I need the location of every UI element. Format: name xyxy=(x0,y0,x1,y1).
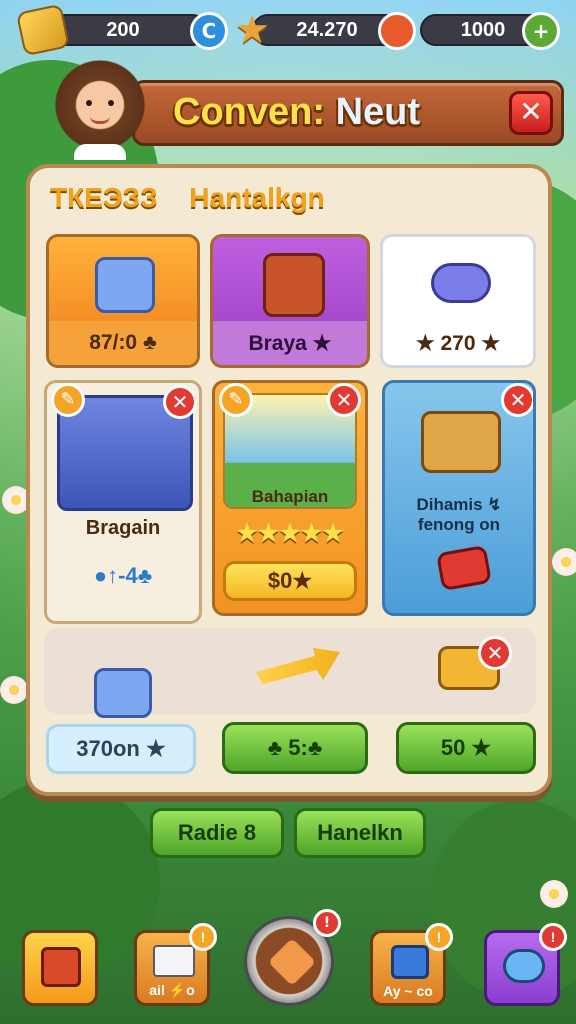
nav-quest[interactable]: Ay ~ co ! xyxy=(370,923,453,1006)
page-title: Conven: Neut xyxy=(173,91,420,134)
edit-icon[interactable]: ✎ xyxy=(219,383,253,417)
gem-icon xyxy=(378,12,416,50)
card-5-rating: ★★★★★ xyxy=(236,520,344,547)
add-coins-button[interactable]: C xyxy=(190,12,228,50)
fish-item-icon xyxy=(431,263,491,303)
nav-mail[interactable]: ail ⚡o ! xyxy=(134,923,217,1006)
coin-stack-icon xyxy=(15,3,71,57)
shop-card-5[interactable]: ✎ ✕ Bahapian ★★★★★ $0★ xyxy=(212,380,368,616)
nav-quest-badge: ! xyxy=(425,923,453,951)
home-icon xyxy=(267,937,317,987)
chat-icon xyxy=(503,949,545,983)
panel-heading-left: ТКЕЭЗЗ xyxy=(50,182,158,213)
shop-panel: ТКЕЭЗЗ Hantalkgn 87/:0 ♣ Braya ★ ★ 270 ★… xyxy=(26,164,552,796)
title-banner: Conven: Neut ✕ xyxy=(132,80,564,146)
card-4-stats: ●↑-4♣ xyxy=(93,563,153,588)
nav-gift[interactable] xyxy=(22,930,98,1006)
close-icon: ✕ xyxy=(519,95,543,128)
remove-card-4-button[interactable]: ✕ xyxy=(163,385,197,419)
nav-home-badge: ! xyxy=(313,909,341,937)
resource-bar: 200 C 24.270 ★ 1000 + xyxy=(12,3,564,57)
bottom-right-price[interactable]: 50 ★ xyxy=(396,722,536,774)
shop-card-2[interactable]: Braya ★ xyxy=(210,234,370,368)
card-5-label: Bahapian xyxy=(251,487,329,506)
primary-action-button[interactable]: Radie 8 xyxy=(150,808,284,858)
card-3-price: ★ 270 ★ xyxy=(383,321,533,365)
bottom-left-price[interactable]: 370on ★ xyxy=(46,724,196,774)
nav-chat[interactable]: ! xyxy=(484,923,567,1006)
star-glyph: ★ xyxy=(234,7,270,53)
secondary-action-button[interactable]: Hanelkn xyxy=(294,808,426,858)
avatar[interactable] xyxy=(52,60,148,160)
gift-box-icon xyxy=(41,947,81,987)
avatar-eye-left xyxy=(86,100,92,106)
shop-card-3[interactable]: ★ 270 ★ xyxy=(380,234,536,368)
nav-mail-label: ail ⚡o xyxy=(149,982,195,998)
close-button[interactable]: ✕ xyxy=(509,91,553,135)
nav-mail-badge: ! xyxy=(189,923,217,951)
ticket-item-icon xyxy=(436,544,492,592)
plus-icon: + xyxy=(532,19,550,43)
add-gems-button[interactable]: + xyxy=(522,12,560,50)
treasure-chest-icon xyxy=(421,411,501,473)
card-5-price-button[interactable]: $0★ xyxy=(223,561,357,601)
remove-card-6-button[interactable]: ✕ xyxy=(501,383,533,417)
remove-gold-button[interactable]: ✕ xyxy=(478,636,512,670)
star-icon: ★ xyxy=(232,10,272,50)
panel-heading: ТКЕЭЗЗ Hantalkgn xyxy=(50,182,325,214)
title-part-2: Neut xyxy=(335,91,421,133)
shop-card-1[interactable]: 87/:0 ♣ xyxy=(46,234,200,368)
mail-icon xyxy=(153,945,195,977)
avatar-eye-right xyxy=(108,100,114,106)
coin-glyph: C xyxy=(201,19,217,43)
nav-home[interactable]: ! xyxy=(244,909,341,1006)
panel-heading-right[interactable]: Hantalkgn xyxy=(189,182,324,213)
card-4-label: Bragain xyxy=(85,517,161,539)
edit-icon[interactable]: ✎ xyxy=(51,383,85,417)
shop-card-6[interactable]: ✕ Dihamis ↯ fenong on xyxy=(382,380,536,616)
bottom-middle-price[interactable]: ♣ 5:♣ xyxy=(222,722,368,774)
nav-quest-label: Ay ~ co xyxy=(383,983,433,999)
toolbox-item-icon xyxy=(95,257,155,313)
shop-card-4[interactable]: ✎ ✕ Bragain ●↑-4♣ xyxy=(44,380,202,624)
card-2-price: Braya ★ xyxy=(213,321,367,365)
quest-icon xyxy=(391,945,429,979)
card-6-label: Dihamis ↯ fenong on xyxy=(416,495,502,534)
avatar-smile xyxy=(90,116,110,124)
nav-chat-badge: ! xyxy=(539,923,567,951)
remove-card-5-button[interactable]: ✕ xyxy=(327,383,361,417)
toolbox-item-icon xyxy=(94,668,152,718)
avatar-shirt xyxy=(74,144,126,160)
totem-item-icon xyxy=(263,253,325,317)
card-1-price: 87/:0 ♣ xyxy=(49,321,197,365)
title-part-1: Conven: xyxy=(173,91,325,133)
